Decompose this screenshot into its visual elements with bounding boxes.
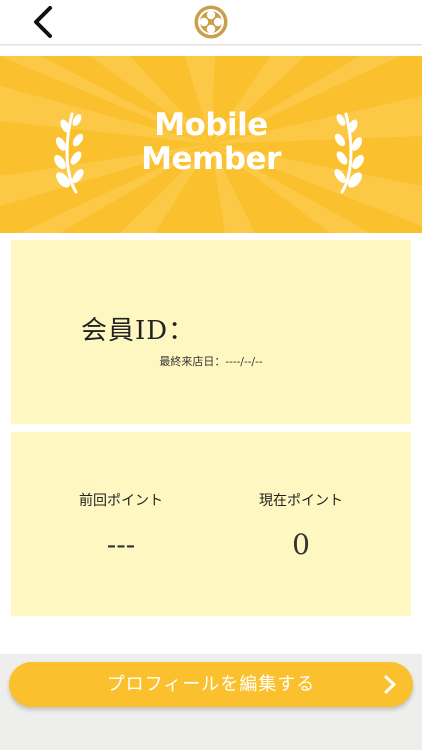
previous-points: 前回ポイント --- [31,490,211,561]
previous-points-label: 前回ポイント [79,493,163,509]
banner-title-line1: Mobile [154,107,268,143]
banner-title-line2: Member [141,141,281,177]
member-id-label: 会員ID： [81,316,196,346]
edit-profile-label: プロフィールを編集する [106,674,316,695]
current-points-label: 現在ポイント [259,493,343,509]
current-points: 現在ポイント 0 [211,490,391,561]
banner-title: Mobile Member [0,108,422,176]
last-visit-date: 最終来店日：----/--/-- [159,355,263,368]
edit-profile-button[interactable]: プロフィールを編集する [9,662,413,707]
mobile-member-banner: Mobile Member [0,56,422,233]
member-id-panel: 会員ID： 最終来店日：----/--/-- [11,240,411,424]
points-panel: 前回ポイント --- 現在ポイント 0 [11,432,411,616]
app-header [0,0,422,45]
previous-points-value: --- [106,528,136,561]
member-card: Mobile Member 会員ID： 最終来店日：----/--/-- 前回ポ… [0,46,422,654]
back-chevron-icon[interactable] [28,4,60,40]
chevron-right-icon [384,675,396,694]
current-points-value: 0 [292,528,310,561]
flower-crest-logo-icon [194,5,228,39]
